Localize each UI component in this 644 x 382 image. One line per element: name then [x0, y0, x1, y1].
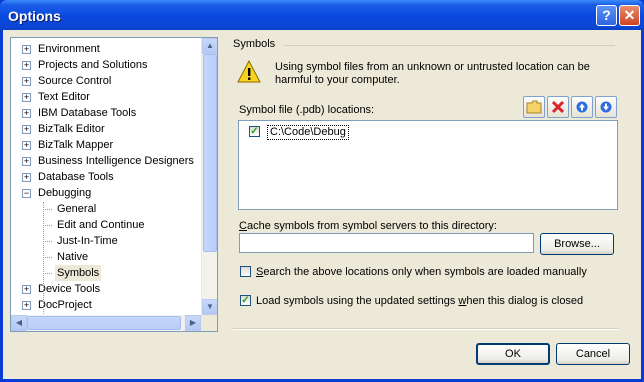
scroll-left-button[interactable]: ◀ [11, 315, 27, 331]
tree-connector [43, 241, 52, 242]
warning-text: Using symbol files from an unknown or un… [275, 61, 590, 86]
search-manual-text: earch the above locations only when symb… [263, 266, 587, 278]
search-manual-label: Search the above locations only when sym… [256, 265, 587, 279]
location-path[interactable]: C:\Code\Debug [267, 125, 349, 140]
group-divider [284, 45, 615, 46]
cache-label-text: ache symbols from symbol servers to this… [246, 220, 497, 232]
scroll-up-button[interactable]: ▲ [202, 38, 217, 54]
tree-connector [43, 225, 52, 226]
expand-icon[interactable]: + [22, 93, 31, 102]
close-button[interactable]: ✕ [619, 5, 640, 26]
tree-guide-line [43, 202, 44, 314]
tree-connector [43, 209, 52, 210]
list-item[interactable]: ✓ C:\Code\Debug [239, 121, 617, 141]
delete-icon [551, 100, 565, 114]
help-button[interactable]: ? [596, 5, 617, 26]
expand-icon[interactable]: + [22, 125, 31, 134]
load-updated-checkbox[interactable]: ✓ [240, 295, 251, 306]
expand-icon[interactable]: + [22, 173, 31, 182]
cache-directory-label: Cache symbols from symbol servers to thi… [239, 220, 497, 232]
tree-item-label[interactable]: Projects and Solutions [36, 57, 149, 73]
expand-icon[interactable]: + [22, 285, 31, 294]
tree-item-label[interactable]: BizTalk Editor [36, 121, 107, 137]
delete-location-button[interactable] [547, 96, 569, 118]
tree-horizontal-scrollbar[interactable]: ◀ ▶ [11, 315, 201, 331]
expand-icon[interactable]: + [22, 45, 31, 54]
cache-label-accel: C [239, 220, 247, 232]
title-bar[interactable]: Options ? ✕ [0, 0, 644, 32]
symbol-locations-list[interactable]: ✓ C:\Code\Debug [238, 120, 618, 210]
browse-button[interactable]: Browse... [540, 233, 614, 255]
tree-item-label[interactable]: DocProject [36, 297, 94, 313]
location-checkbox[interactable]: ✓ [249, 126, 260, 137]
move-down-icon [600, 101, 612, 113]
move-up-button[interactable] [571, 96, 593, 118]
tree-item-label[interactable]: Source Control [36, 73, 113, 89]
new-folder-button[interactable] [523, 96, 545, 118]
tree-item-label[interactable]: Device Tools [36, 281, 102, 297]
tree-item-label[interactable]: Symbols [55, 265, 102, 281]
cache-directory-input[interactable] [239, 233, 534, 253]
expand-icon[interactable]: + [22, 109, 31, 118]
scroll-thumb[interactable] [203, 54, 217, 252]
tree-item-label[interactable]: Debugging [36, 185, 93, 201]
tree-item-label[interactable]: General [55, 201, 98, 217]
expand-icon[interactable]: + [22, 77, 31, 86]
symbols-group-title: Symbols [233, 38, 276, 50]
horizontal-scroll-thumb[interactable] [27, 316, 181, 330]
tree-item-label[interactable]: IBM Database Tools [36, 105, 138, 121]
options-tree[interactable]: + Environment + Projects and Solutions + Sour… [10, 37, 218, 332]
dialog-client-area: + Environment + Projects and Solutions + Sour… [3, 30, 641, 379]
warning-icon [237, 60, 261, 83]
load-updated-label: Load symbols using the updated settings … [256, 294, 583, 308]
tree-item-label[interactable]: Edit and Continue [55, 217, 146, 233]
tree-vertical-scrollbar[interactable]: ▲ ▼ [201, 38, 217, 315]
load-updated-text-1: Load symbols using the updated settings [256, 295, 459, 307]
window-title: Options [8, 8, 61, 24]
scroll-right-button[interactable]: ▶ [185, 315, 201, 331]
tree-item-label[interactable]: Database Tools [36, 169, 116, 185]
scroll-down-button[interactable]: ▼ [202, 299, 217, 315]
collapse-icon[interactable]: − [22, 189, 31, 198]
options-dialog: Options ? ✕ + Environment + Projects and So… [0, 0, 644, 382]
scroll-corner [201, 315, 217, 331]
expand-icon[interactable]: + [22, 61, 31, 70]
load-updated-text-2: hen this dialog is closed [466, 295, 584, 307]
move-down-button[interactable] [595, 96, 617, 118]
tree-item-label[interactable]: Native [55, 249, 90, 265]
expand-icon[interactable]: + [22, 301, 31, 310]
expand-icon[interactable]: + [22, 157, 31, 166]
tree-item-label[interactable]: Business Intelligence Designers [36, 153, 196, 169]
tree-item-label[interactable]: Text Editor [36, 89, 92, 105]
cancel-button[interactable]: Cancel [556, 343, 630, 365]
symbol-locations-label: Symbol file (.pdb) locations: [239, 104, 375, 116]
tree-connector [43, 257, 52, 258]
tree-item-label[interactable]: Just-In-Time [55, 233, 120, 249]
search-manual-checkbox[interactable] [240, 266, 251, 277]
folder-icon [526, 100, 542, 114]
tree-item-label[interactable]: BizTalk Mapper [36, 137, 115, 153]
ok-button[interactable]: OK [476, 343, 550, 365]
move-up-icon [576, 101, 588, 113]
bottom-separator [233, 328, 619, 330]
expand-icon[interactable]: + [22, 141, 31, 150]
tree-item-label[interactable]: Environment [36, 41, 102, 57]
tree-connector [43, 273, 52, 274]
